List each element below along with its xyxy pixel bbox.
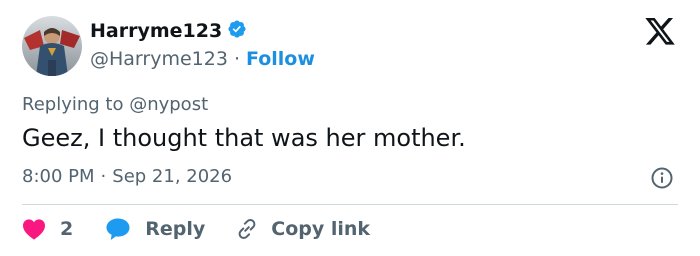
separator-dot: · [100, 166, 107, 187]
verified-badge-icon [227, 19, 247, 43]
info-icon[interactable] [650, 166, 674, 190]
author-handle[interactable]: @Harryme123 [90, 47, 228, 71]
tweet-text: Geez, I thought that was her mother. [22, 124, 466, 152]
like-button[interactable]: 2 [22, 218, 73, 240]
author-handle-row: @Harryme123 · Follow [90, 47, 315, 71]
link-icon [235, 217, 259, 241]
copy-link-button[interactable]: Copy link [235, 217, 370, 241]
x-logo-icon[interactable] [643, 18, 677, 48]
separator-dot: · [233, 48, 240, 70]
replying-to-text: Replying to @nypost [22, 94, 209, 115]
reply-button[interactable]: Reply [105, 217, 205, 241]
action-bar: 2 Reply Copy link [22, 214, 370, 244]
tweet-card: Harryme123 @Harryme123 · Follow Replying… [0, 0, 700, 256]
author-display-name[interactable]: Harryme123 [90, 19, 222, 43]
divider [22, 204, 678, 205]
tweet-date[interactable]: Sep 21, 2026 [112, 165, 232, 189]
tweet-timestamp[interactable]: 8:00 PM · Sep 21, 2026 [22, 165, 232, 189]
reply-label: Reply [145, 218, 206, 240]
follow-button[interactable]: Follow [246, 47, 315, 71]
author-name-row: Harryme123 [90, 19, 247, 43]
tweet-time[interactable]: 8:00 PM [22, 165, 95, 189]
heart-icon [22, 218, 46, 240]
like-count: 2 [60, 218, 74, 240]
copy-link-label: Copy link [271, 218, 371, 240]
speech-bubble-icon [105, 217, 131, 241]
avatar[interactable] [22, 16, 82, 76]
